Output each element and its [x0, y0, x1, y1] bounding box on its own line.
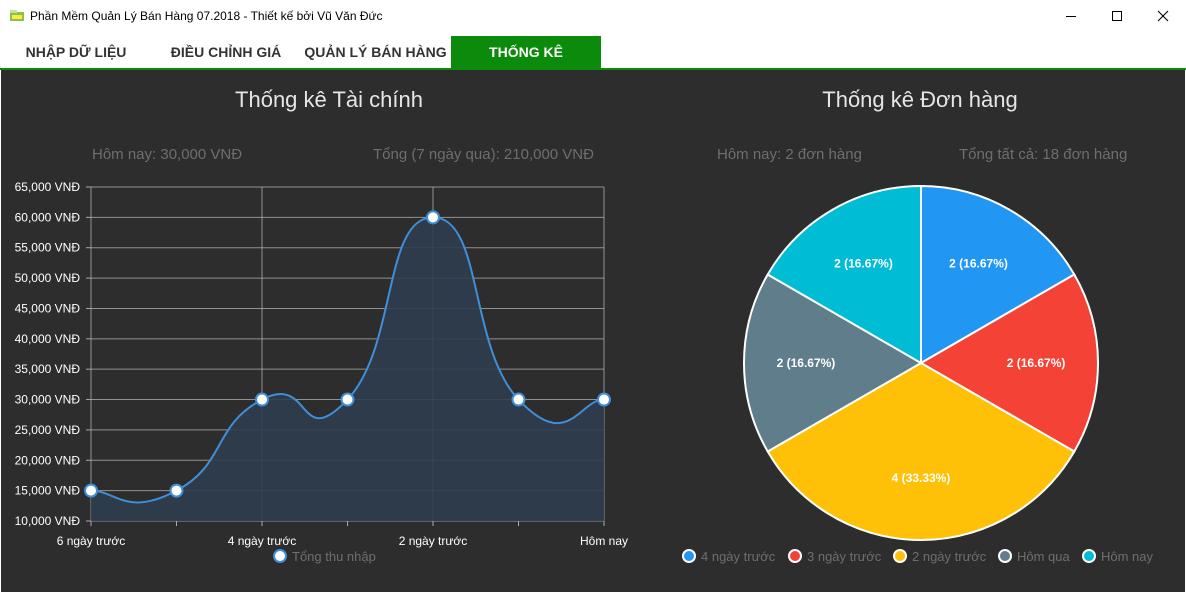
x-tick-label: 4 ngày trước [228, 534, 297, 548]
orders-total: Tổng tất cả: 18 đơn hàng [959, 146, 1128, 163]
legend-marker [998, 549, 1012, 563]
close-button[interactable] [1140, 0, 1186, 32]
tab-thong-ke[interactable]: THỐNG KÊ [451, 36, 601, 68]
slice-label: 2 (16.67%) [949, 256, 1008, 270]
finance-total: Tổng (7 ngày qua): 210,000 VNĐ [373, 146, 594, 163]
y-tick-label: 45,000 VNĐ [15, 301, 81, 315]
legend-label: Tổng thu nhập [292, 549, 376, 564]
x-tick-label: 2 ngày trước [399, 534, 468, 548]
legend-marker [1082, 549, 1096, 563]
orders-title: Thống kê Đơn hàng [822, 87, 1018, 112]
legend-label: 3 ngày trước [807, 549, 882, 564]
app-icon [10, 10, 24, 21]
maximize-button[interactable] [1094, 0, 1140, 32]
y-tick-label: 65,000 VNĐ [15, 180, 81, 194]
title-bar: Phần Mềm Quản Lý Bán Hàng 07.2018 - Thiế… [0, 0, 1186, 32]
data-point [426, 210, 440, 225]
legend-label: Hôm qua [1017, 549, 1071, 564]
y-tick-label: 15,000 VNĐ [15, 484, 81, 498]
data-point [84, 483, 98, 498]
legend-marker [682, 549, 696, 563]
y-tick-label: 55,000 VNĐ [15, 241, 81, 255]
x-tick-label: 6 ngày trước [57, 534, 126, 548]
y-tick-label: 20,000 VNĐ [15, 453, 81, 467]
legend-label: Hôm nay [1101, 549, 1154, 564]
y-tick-label: 30,000 VNĐ [15, 393, 81, 407]
data-point [340, 392, 355, 407]
legend-marker [893, 549, 907, 563]
legend-marker [788, 549, 802, 563]
slice-label: 2 (16.67%) [777, 356, 836, 370]
orders-pie-chart: 2 (16.67%) 2 (16.67%) 4 (33.33%) 2 (16.67%)… [682, 184, 1154, 564]
tab-nhap-du-lieu[interactable]: NHẬP DỮ LIỆU [0, 36, 152, 68]
tab-dieu-chinh-gia[interactable]: ĐIỀU CHỈNH GIÁ [152, 36, 300, 68]
y-tick-label: 60,000 VNĐ [15, 210, 81, 224]
data-point [169, 483, 184, 498]
x-tick-label: Hôm nay [580, 534, 628, 548]
orders-today: Hôm nay: 2 đơn hàng [717, 146, 862, 163]
close-icon [1157, 10, 1169, 22]
y-tick-label: 35,000 VNĐ [15, 362, 81, 376]
finance-title: Thống kê Tài chính [235, 87, 423, 112]
data-point [511, 392, 526, 407]
slice-label: 2 (16.67%) [834, 256, 893, 270]
tab-bar: NHẬP DỮ LIỆU ĐIỀU CHỈNH GIÁ QUẢN LÝ BÁN … [0, 32, 1186, 68]
data-point [597, 392, 611, 407]
finance-line-chart: 10,000 VNĐ 15,000 VNĐ 20,000 VNĐ 25,000 VNĐ… [15, 180, 628, 564]
y-tick-label: 40,000 VNĐ [15, 332, 81, 346]
legend-label: 2 ngày trước [912, 549, 987, 564]
legend-marker [273, 549, 287, 563]
y-tick-label: 50,000 VNĐ [15, 271, 81, 285]
data-point [255, 392, 269, 407]
maximize-icon [1112, 11, 1122, 21]
window-title: Phần Mềm Quản Lý Bán Hàng 07.2018 - Thiế… [30, 9, 383, 23]
statistics-panel: Thống kê Tài chính Hôm nay: 30,000 VNĐ T… [1, 70, 1185, 592]
minimize-button[interactable] [1048, 0, 1094, 32]
minimize-icon [1066, 16, 1076, 17]
tab-quan-ly-ban-hang[interactable]: QUẢN LÝ BÁN HÀNG [300, 36, 451, 68]
slice-label: 4 (33.33%) [892, 471, 951, 485]
legend-label: 4 ngày trước [701, 549, 776, 564]
y-tick-label: 25,000 VNĐ [15, 423, 81, 437]
y-tick-label: 10,000 VNĐ [15, 514, 81, 528]
finance-today: Hôm nay: 30,000 VNĐ [92, 146, 243, 163]
slice-label: 2 (16.67%) [1007, 356, 1066, 370]
